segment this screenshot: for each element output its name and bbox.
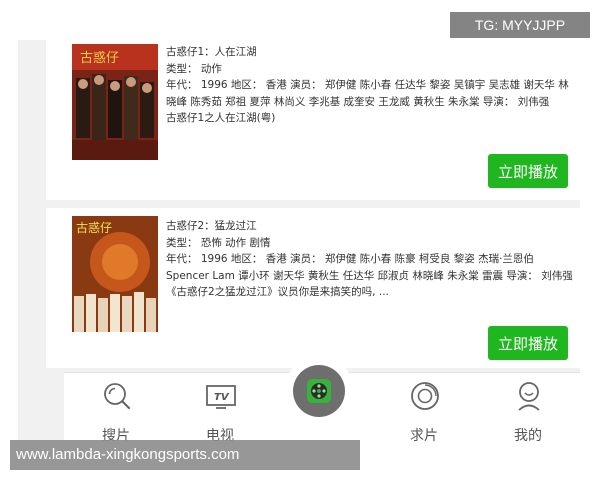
- tv-icon-text: TV: [214, 392, 230, 403]
- movie-poster[interactable]: 古惑仔: [72, 44, 158, 160]
- movie-description: 《古惑仔2之猛龙过江》议员你是来搞笑的吗, ...: [166, 286, 389, 298]
- tab-tv[interactable]: TV 电视: [180, 373, 260, 444]
- left-gutter: [0, 0, 18, 480]
- movie-info: 古惑仔2：猛龙过江 类型： 恐怖 动作 剧情 年代： 1996 地区： 香港 演…: [166, 218, 574, 301]
- request-icon: [411, 382, 439, 410]
- movie-card[interactable]: 古惑仔 古惑仔1：人在江湖 类型： 动作 年代： 1996 地区： 香港 演员：…: [46, 40, 582, 200]
- watermark-top: TG: MYYJJPP: [450, 12, 590, 38]
- center-play-button[interactable]: [284, 356, 354, 426]
- movie-poster[interactable]: 古惑仔: [72, 216, 158, 332]
- poster-title-text: 古惑仔: [76, 220, 112, 235]
- watermark-url: www.lambda-xingkongsports.com: [10, 440, 360, 470]
- movie-title[interactable]: 古惑仔2：猛龙过江: [166, 218, 574, 235]
- movie-title[interactable]: 古惑仔1：人在江湖: [166, 44, 574, 61]
- film-reel-icon: [307, 379, 331, 403]
- movie-details: 年代： 1996 地区： 香港 演员： 郑伊健 陈小春 陈豪 柯受良 黎姿 杰瑞…: [166, 253, 573, 282]
- play-now-button[interactable]: 立即播放: [488, 326, 568, 360]
- poster-title-text: 古惑仔: [80, 50, 119, 66]
- center-button-circle: [293, 365, 345, 417]
- tv-icon: TV: [206, 385, 236, 409]
- tab-search[interactable]: 搜片: [76, 373, 156, 444]
- play-now-button[interactable]: 立即播放: [488, 154, 568, 188]
- tab-request[interactable]: 求片: [384, 373, 464, 444]
- tab-label: 求片: [410, 428, 438, 444]
- user-icon: [518, 382, 540, 411]
- tab-label: 我的: [514, 428, 542, 444]
- search-icon: [104, 383, 131, 410]
- movie-card[interactable]: 古惑仔 古惑仔2：猛龙过江 类型： 恐怖 动作 剧情 年代： 1996 地区： …: [46, 208, 582, 368]
- movie-genre: 类型： 恐怖 动作 剧情: [166, 236, 271, 249]
- movie-info: 古惑仔1：人在江湖 类型： 动作 年代： 1996 地区： 香港 演员： 郑伊健…: [166, 44, 574, 127]
- poster-image: 古惑仔: [72, 216, 158, 332]
- poster-image: 古惑仔: [72, 44, 158, 160]
- tab-mine[interactable]: 我的: [488, 373, 568, 444]
- movie-description: 古惑仔1之人在江湖(粤): [166, 112, 276, 124]
- movie-genre: 类型： 动作: [166, 62, 222, 75]
- movie-details: 年代： 1996 地区： 香港 演员： 郑伊健 陈小春 任达华 黎姿 吴镇宇 吴…: [166, 79, 569, 108]
